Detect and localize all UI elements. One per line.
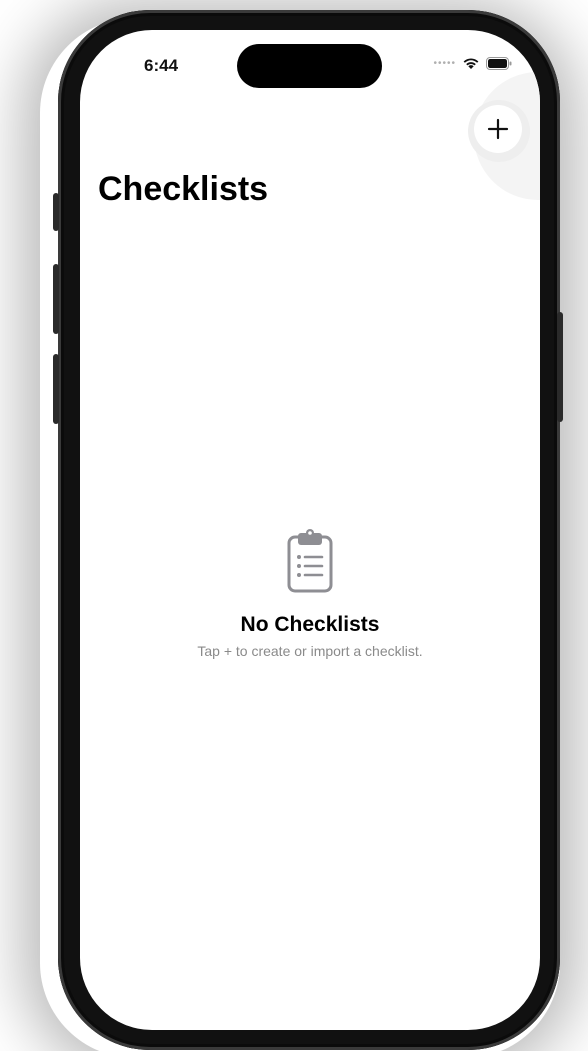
device-stage: 6:44 ••••• Checklists No Checklists Tap … [0, 0, 588, 1051]
page-title: Checklists [98, 170, 269, 208]
empty-state-subtitle: Tap + to create or import a checklist. [197, 643, 423, 659]
volume-down-button [53, 354, 59, 424]
action-button [53, 193, 59, 231]
status-time: 6:44 [144, 56, 179, 75]
plus-icon [487, 118, 509, 140]
wifi-icon [463, 58, 479, 69]
status-indicators: ••••• [433, 56, 512, 70]
add-checklist-button[interactable] [474, 105, 522, 153]
dynamic-island [237, 44, 382, 88]
empty-state: No Checklists Tap + to create or import … [80, 528, 540, 659]
empty-state-title: No Checklists [240, 613, 380, 636]
power-button [557, 312, 563, 422]
app-screen: 6:44 ••••• Checklists No Checklists Tap … [80, 30, 540, 1030]
signal-dots-icon: ••••• [433, 57, 456, 69]
volume-up-button [53, 264, 59, 334]
clipboard-list-icon [285, 528, 335, 599]
battery-icon [486, 56, 512, 70]
